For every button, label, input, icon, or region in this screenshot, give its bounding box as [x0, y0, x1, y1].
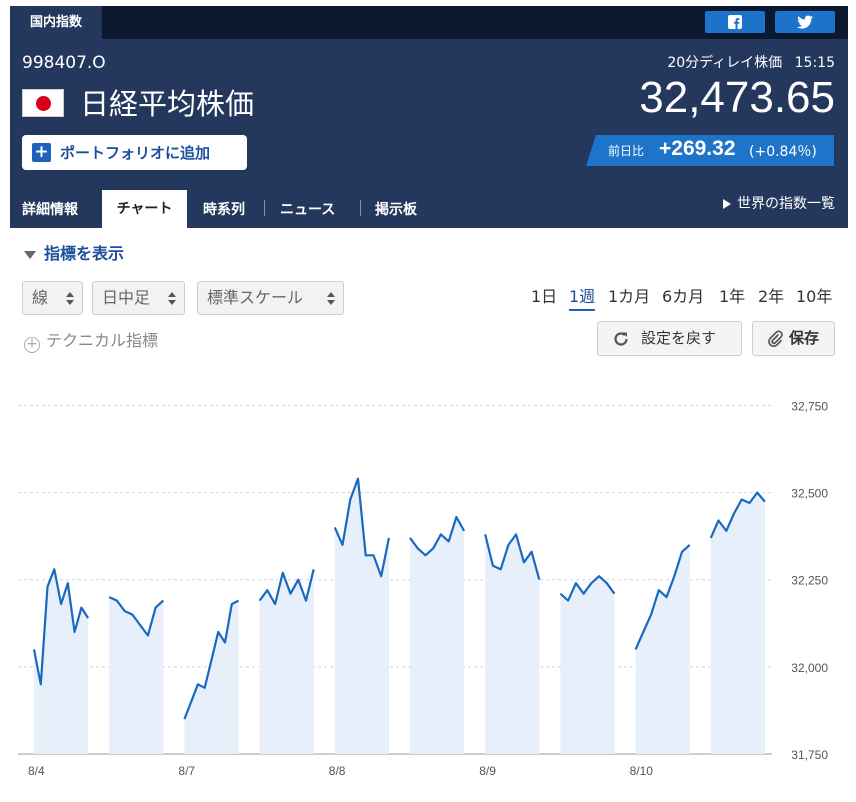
indicator-toggle[interactable]: 指標を表示 — [24, 240, 124, 264]
plus-icon: + — [32, 143, 51, 162]
tab-domestic-indices[interactable]: 国内指数 — [10, 6, 102, 39]
x-tick-label: 8/9 — [479, 764, 496, 778]
scale-value: 標準スケール — [207, 288, 304, 307]
technical-indicator-link[interactable]: + テクニカル指標 — [24, 327, 158, 353]
indicator-toggle-label: 指標を表示 — [44, 244, 125, 263]
twitter-icon — [797, 15, 813, 29]
session-area — [410, 517, 465, 754]
period-1y[interactable]: 1年 — [719, 283, 745, 307]
plus-circle-icon: + — [24, 337, 40, 353]
interval-select[interactable]: 日中足 — [92, 281, 185, 315]
index-name: 日経平均株価 — [80, 87, 255, 121]
x-tick-label: 8/8 — [329, 764, 346, 778]
reset-settings-label: 設定を戻す — [641, 329, 717, 347]
period-10y[interactable]: 10年 — [796, 283, 832, 307]
tab-timeseries[interactable]: 時系列 — [203, 199, 245, 219]
nav-divider — [360, 200, 361, 216]
save-button[interactable]: 保存 — [752, 321, 835, 356]
x-tick-label: 8/4 — [28, 764, 45, 778]
quote-time: 15:15 — [794, 55, 835, 71]
add-to-portfolio-button[interactable]: + ポートフォリオに追加 — [22, 135, 247, 170]
session-area — [635, 544, 690, 754]
session-area — [184, 600, 239, 754]
updown-arrows-icon — [66, 292, 74, 306]
y-tick-label: 32,500 — [791, 487, 828, 501]
updown-arrows-icon — [168, 292, 176, 306]
change-value: +269.32 — [659, 137, 736, 160]
twitter-share-button[interactable] — [775, 11, 835, 33]
period-1d[interactable]: 1日 — [531, 283, 557, 307]
scale-select[interactable]: 標準スケール — [197, 281, 344, 315]
world-indices-label: 世界の指数一覧 — [737, 196, 835, 212]
period-1w[interactable]: 1週 — [569, 283, 596, 311]
x-tick-label: 8/10 — [630, 764, 654, 778]
change-percent: (+0.84％) — [749, 144, 817, 160]
period-6m[interactable]: 6カ月 — [662, 283, 704, 307]
triangle-right-icon — [723, 199, 731, 209]
top-bar: 国内指数 — [10, 6, 848, 39]
session-area — [560, 576, 615, 754]
nav-divider — [264, 200, 265, 216]
japan-flag-icon — [22, 89, 64, 117]
y-tick-label: 31,750 — [791, 748, 828, 762]
delay-info: 20分ディレイ株価 15:15 — [667, 52, 835, 72]
period-2y[interactable]: 2年 — [758, 283, 784, 307]
tab-message-board[interactable]: 掲示板 — [375, 199, 417, 219]
index-code: 998407.O — [22, 53, 106, 73]
chart-type-value: 線 — [32, 288, 49, 307]
reset-settings-button[interactable]: 設定を戻す — [597, 321, 742, 356]
period-1m[interactable]: 1カ月 — [608, 283, 650, 307]
world-indices-link[interactable]: 世界の指数一覧 — [723, 193, 835, 213]
updown-arrows-icon — [327, 292, 335, 306]
delay-label: 20分ディレイ株価 — [667, 55, 783, 71]
x-tick-label: 8/7 — [178, 764, 195, 778]
facebook-share-button[interactable] — [705, 11, 765, 33]
price-chart[interactable]: 31,750 32,000 32,250 32,500 32,750 8/4 8/7 8/8 8… — [10, 378, 846, 788]
tab-chart[interactable]: チャート — [102, 190, 187, 228]
session-area — [710, 492, 765, 754]
change-label: 前日比 — [608, 144, 645, 158]
current-price: 32,473.65 — [639, 73, 835, 122]
add-to-portfolio-label: ポートフォリオに追加 — [60, 144, 211, 162]
y-tick-label: 32,000 — [791, 661, 828, 675]
y-tick-label: 32,250 — [791, 574, 828, 588]
tab-detail[interactable]: 詳細情報 — [22, 199, 78, 219]
paperclip-icon — [768, 330, 783, 348]
refresh-icon — [614, 332, 628, 346]
save-label: 保存 — [789, 329, 820, 347]
chart-type-select[interactable]: 線 — [22, 281, 83, 315]
tab-news[interactable]: ニュース — [280, 199, 335, 219]
index-header: 998407.O 日経平均株価 + ポートフォリオに追加 20分ディレイ株価 1… — [10, 39, 848, 228]
triangle-down-icon — [24, 250, 36, 259]
interval-value: 日中足 — [102, 288, 151, 307]
session-area — [485, 534, 540, 754]
technical-indicator-label: テクニカル指標 — [46, 331, 159, 350]
y-tick-label: 32,750 — [791, 399, 828, 413]
price-change-box: 前日比 +269.32 (+0.84％) — [586, 135, 834, 166]
facebook-icon — [728, 15, 742, 29]
